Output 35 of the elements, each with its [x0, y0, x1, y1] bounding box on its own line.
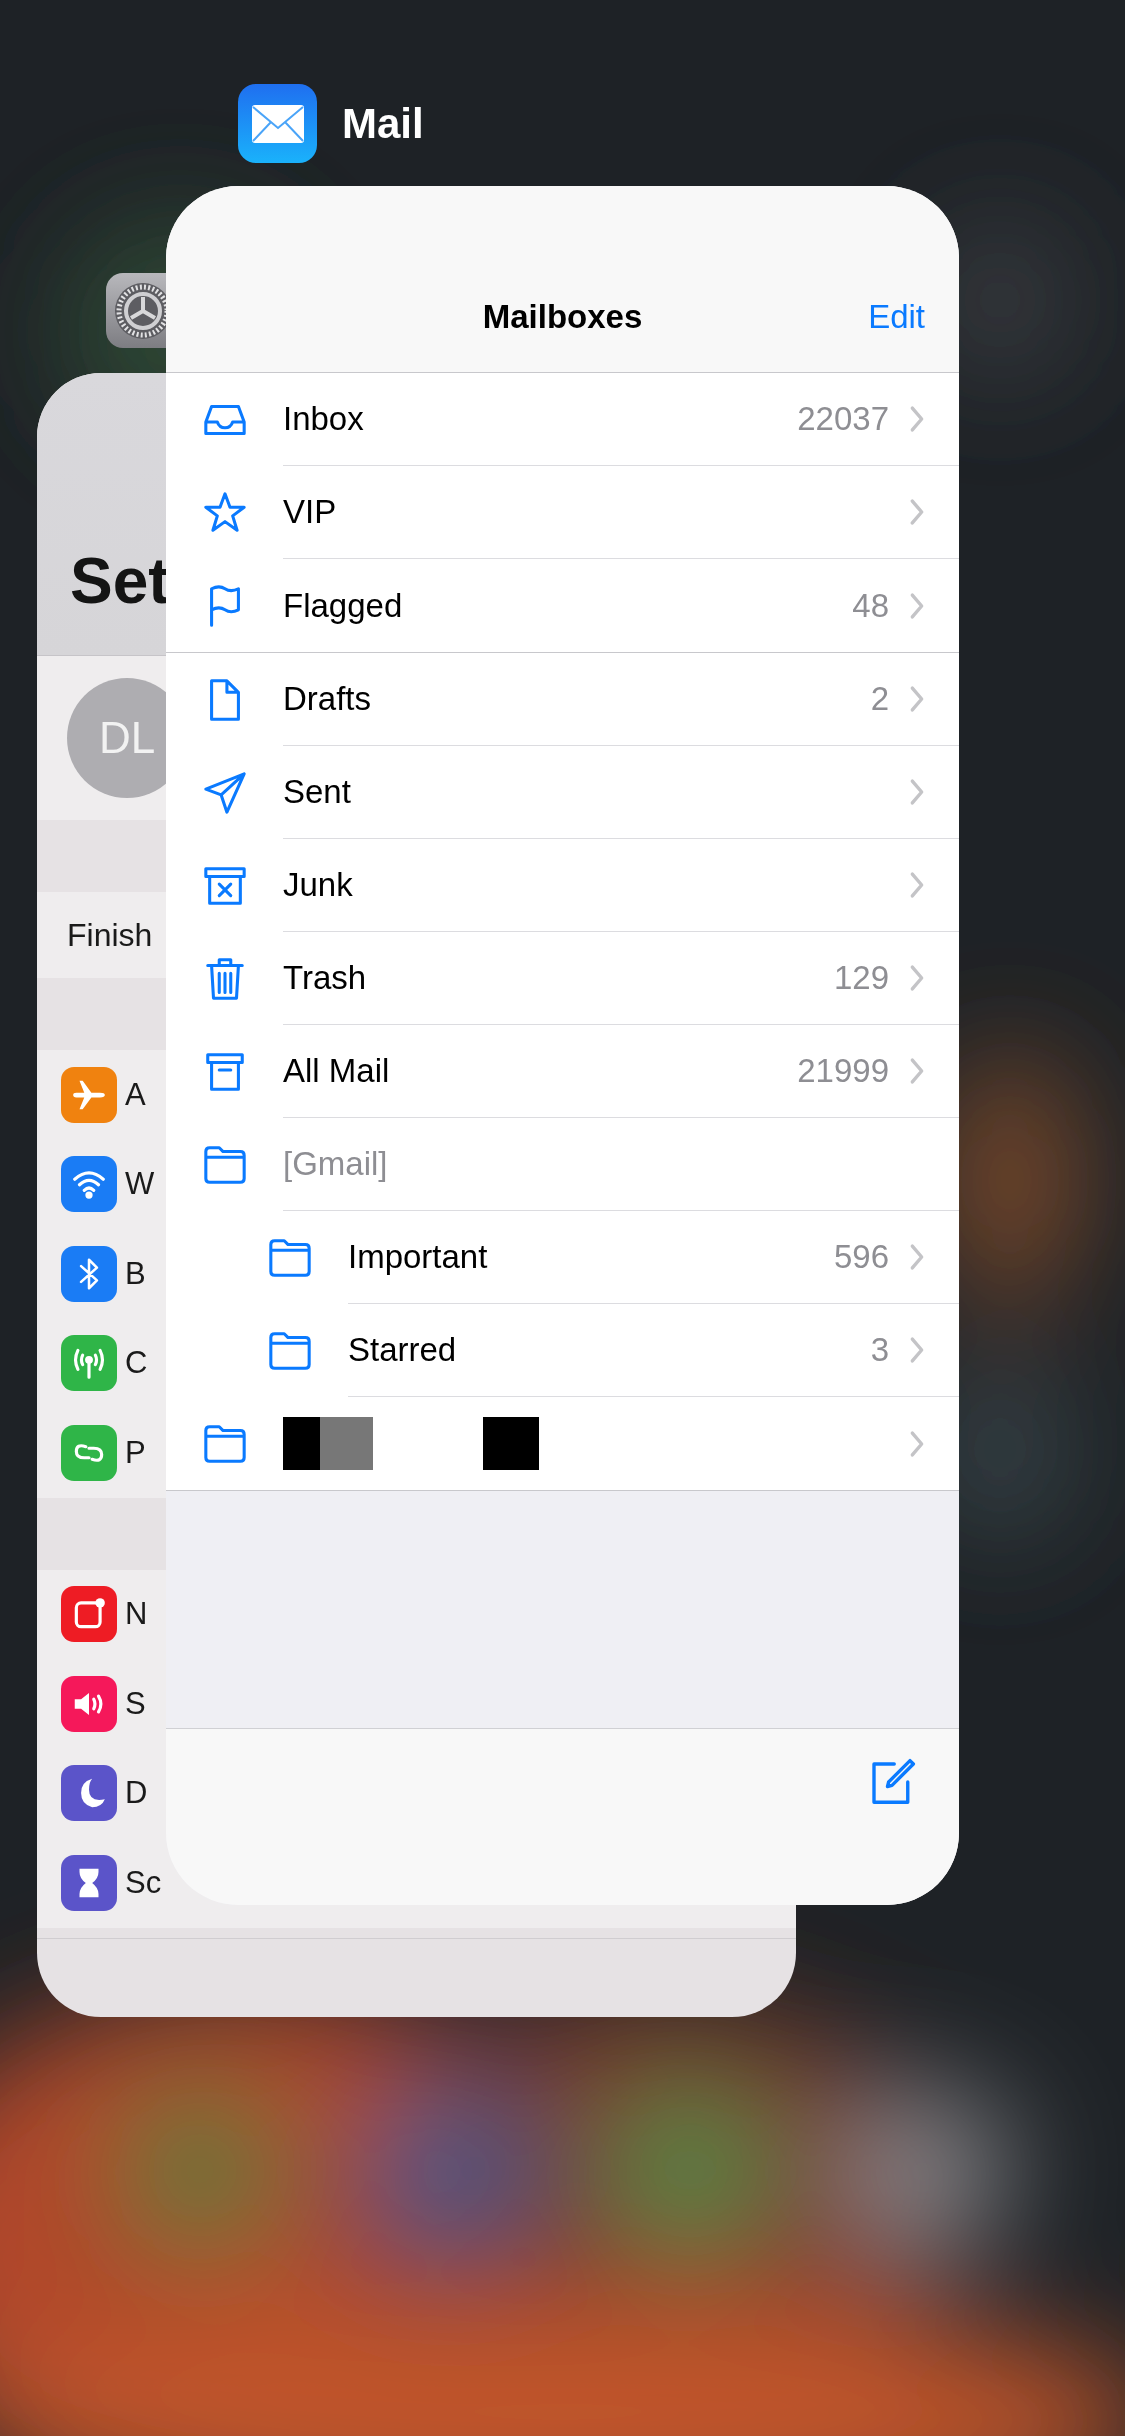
- mail-app-card[interactable]: Mailboxes Edit Inbox 22037 VIP Flagged 48 Drafts 2 Sent Junk Trash 129 All Mail 21999 [Gmail] Important 596 Starred 3: [166, 186, 959, 1905]
- settings-item-label[interactable]: D: [125, 1775, 148, 1812]
- message-count: 129: [833, 959, 889, 997]
- setup-banner-text: Finish: [67, 916, 153, 954]
- mailbox-name[interactable]: Flagged: [283, 586, 853, 625]
- settings-item-label[interactable]: W: [125, 1166, 155, 1203]
- mailbox-name[interactable]: Drafts: [283, 680, 871, 718]
- mailbox-name[interactable]: Junk: [283, 866, 909, 904]
- nav-title: Mailboxes: [482, 298, 643, 336]
- settings-item-label[interactable]: B: [125, 1255, 146, 1292]
- mailbox-name[interactable]: Important: [348, 1238, 834, 1276]
- mailbox-name[interactable]: Trash: [283, 959, 834, 997]
- envelope-app-icon[interactable]: [238, 84, 317, 163]
- gear-app-icon[interactable]: [106, 273, 166, 348]
- mailbox-name[interactable]: Inbox: [283, 400, 798, 438]
- mailbox-name[interactable]: VIP: [283, 493, 909, 531]
- mailbox-name[interactable]: All Mail: [283, 1052, 798, 1090]
- app-name: Mail: [342, 99, 424, 148]
- message-count: 3: [870, 1331, 889, 1369]
- settings-item-label[interactable]: N: [125, 1596, 148, 1633]
- message-count: 22037: [797, 400, 889, 438]
- settings-item-label[interactable]: C: [125, 1345, 148, 1382]
- redaction-block: [483, 1417, 539, 1470]
- message-count: 596: [833, 1238, 889, 1276]
- settings-item-label[interactable]: P: [125, 1434, 146, 1471]
- message-count: 2: [870, 680, 889, 718]
- message-count: 48: [852, 586, 889, 625]
- message-count: 21999: [797, 1052, 889, 1090]
- settings-item-label[interactable]: S: [125, 1685, 146, 1722]
- edit-button[interactable]: Edit: [868, 298, 925, 336]
- settings-item-label[interactable]: A: [125, 1076, 146, 1113]
- settings-item-label[interactable]: Sc: [125, 1864, 162, 1901]
- send-icon: [201, 769, 248, 816]
- mailbox-name[interactable]: Starred: [348, 1331, 871, 1369]
- mailbox-name[interactable]: Sent: [283, 773, 909, 811]
